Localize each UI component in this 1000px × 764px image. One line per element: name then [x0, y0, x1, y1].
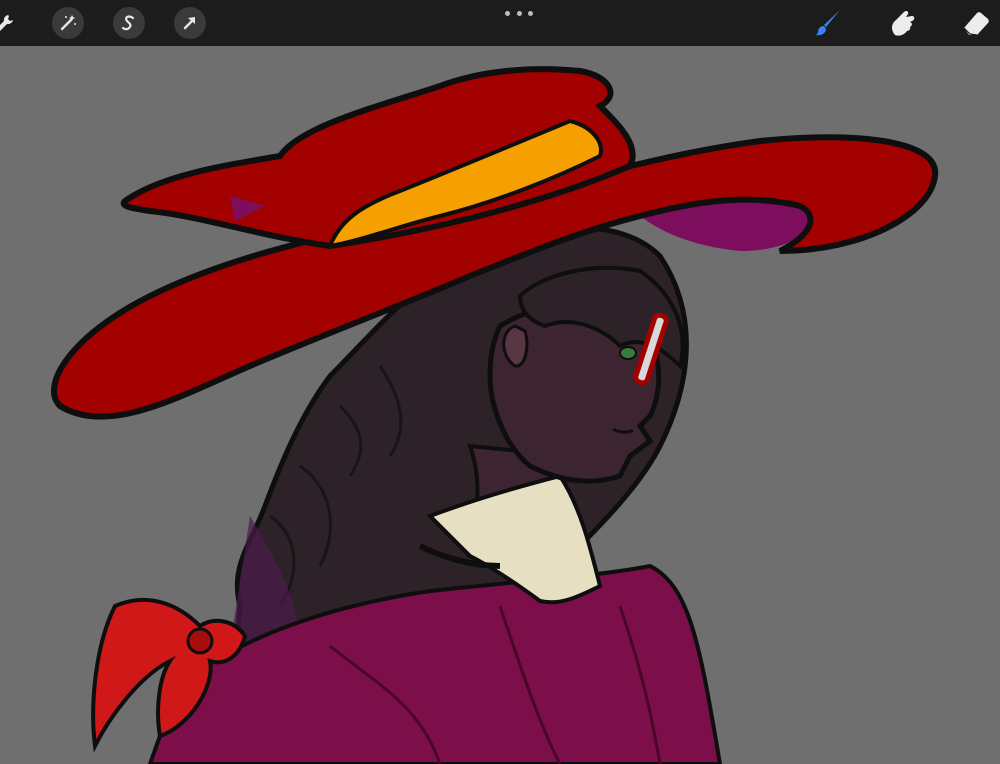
top-toolbar: [0, 0, 1000, 46]
drawing-canvas[interactable]: [0, 46, 1000, 764]
eye: [619, 346, 637, 360]
ellipsis-icon: [505, 10, 510, 16]
hair-bow-knot: [186, 627, 214, 655]
actions-button[interactable]: [0, 7, 22, 39]
ear: [502, 324, 529, 368]
artwork-illustration: [51, 66, 939, 764]
magic-wand-icon: [58, 13, 78, 33]
selection-button[interactable]: [113, 7, 145, 39]
transform-button[interactable]: [174, 7, 206, 39]
eraser-tool-button[interactable]: [960, 7, 992, 39]
brush-icon: [812, 7, 844, 39]
smudge-finger-icon: [886, 7, 918, 39]
eraser-icon: [960, 7, 992, 39]
coat: [147, 563, 723, 764]
adjustments-button[interactable]: [52, 7, 84, 39]
selection-s-icon: [119, 13, 139, 33]
wrench-icon: [0, 11, 18, 35]
brush-tool-button[interactable]: [812, 7, 844, 39]
smudge-tool-button[interactable]: [886, 7, 918, 39]
more-menu-button[interactable]: [505, 6, 533, 20]
arrow-cursor-icon: [180, 13, 200, 33]
